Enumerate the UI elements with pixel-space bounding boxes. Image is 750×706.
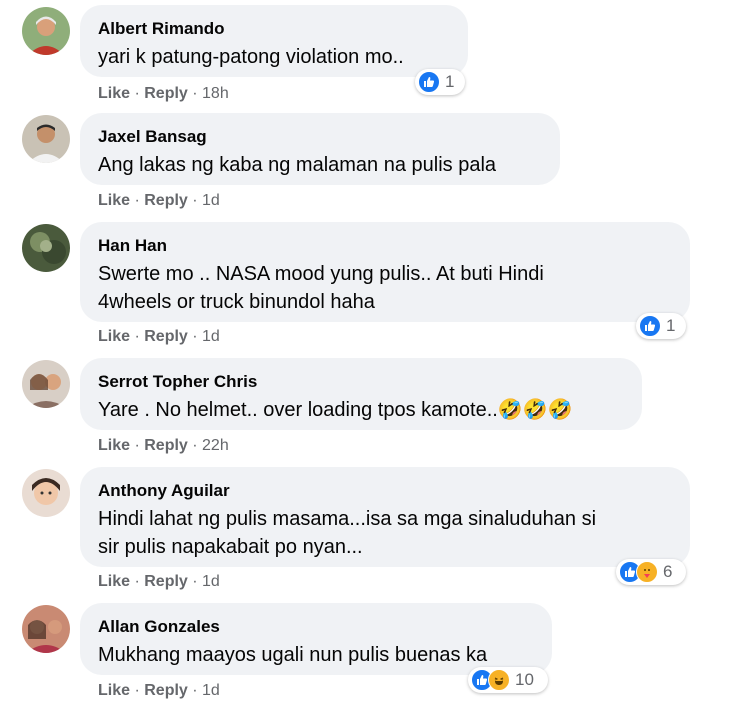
reaction-summary[interactable]: 1 bbox=[636, 313, 686, 339]
reply-link[interactable]: Reply bbox=[144, 573, 188, 590]
like-link[interactable]: Like bbox=[98, 85, 130, 102]
reply-link[interactable]: Reply bbox=[144, 328, 188, 345]
avatar[interactable] bbox=[22, 360, 70, 408]
reaction-count: 1 bbox=[445, 72, 455, 91]
comment-actions: Like · Reply · 18h bbox=[98, 85, 229, 103]
separator: · bbox=[187, 192, 203, 209]
reaction-summary[interactable]: 10 bbox=[468, 667, 548, 693]
avatar[interactable] bbox=[22, 605, 70, 653]
avatar[interactable] bbox=[22, 115, 70, 163]
commenter-name[interactable]: Jaxel Bansag bbox=[98, 126, 542, 148]
comment-text: Hindi lahat ng pulis masama...isa sa mga… bbox=[98, 505, 672, 561]
comment-text: Swerte mo .. NASA mood yung pulis.. At b… bbox=[98, 260, 672, 316]
reply-link[interactable]: Reply bbox=[144, 192, 188, 209]
like-link[interactable]: Like bbox=[98, 192, 130, 209]
comment-actions: Like · Reply · 1d bbox=[98, 682, 220, 700]
comment-text: Yare . No helmet.. over loading tpos kam… bbox=[98, 399, 573, 421]
comment-actions: Like · Reply · 1d bbox=[98, 573, 220, 591]
comment-timestamp[interactable]: 18h bbox=[202, 85, 229, 102]
reply-link[interactable]: Reply bbox=[144, 85, 188, 102]
comment-actions: Like · Reply · 1d bbox=[98, 328, 220, 346]
reaction-summary[interactable]: 1 bbox=[415, 69, 465, 95]
comment-bubble: Allan Gonzales Mukhang maayos ugali nun … bbox=[80, 603, 552, 675]
commenter-name[interactable]: Anthony Aguilar bbox=[98, 480, 672, 502]
comment-bubble: Anthony Aguilar Hindi lahat ng pulis mas… bbox=[80, 467, 690, 567]
comment-text-line: 4wheels or truck binundol haha bbox=[98, 291, 375, 313]
separator: · bbox=[187, 437, 203, 454]
like-icon bbox=[418, 71, 440, 93]
comment-timestamp[interactable]: 1d bbox=[202, 328, 220, 345]
like-icon bbox=[639, 315, 661, 337]
reaction-count: 1 bbox=[666, 316, 676, 335]
haha-icon bbox=[488, 669, 510, 691]
reaction-summary[interactable]: 6 bbox=[616, 559, 686, 585]
commenter-name[interactable]: Serrot Topher Chris bbox=[98, 371, 624, 393]
separator: · bbox=[130, 682, 145, 699]
separator: · bbox=[187, 573, 203, 590]
reaction-count: 6 bbox=[663, 562, 673, 581]
separator: · bbox=[130, 573, 145, 590]
commenter-name[interactable]: Albert Rimando bbox=[98, 18, 450, 40]
like-link[interactable]: Like bbox=[98, 437, 130, 454]
comment-timestamp[interactable]: 22h bbox=[202, 437, 229, 454]
comment-text-line: Swerte mo .. NASA mood yung pulis.. At b… bbox=[98, 263, 544, 285]
separator: · bbox=[187, 85, 203, 102]
avatar[interactable] bbox=[22, 469, 70, 517]
reaction-count: 10 bbox=[515, 670, 534, 689]
reply-link[interactable]: Reply bbox=[144, 682, 188, 699]
comment-bubble: Albert Rimando yari k patung-patong viol… bbox=[80, 5, 468, 77]
comment-actions: Like · Reply · 1d bbox=[98, 192, 220, 210]
separator: · bbox=[130, 192, 145, 209]
reply-link[interactable]: Reply bbox=[144, 437, 188, 454]
comment-bubble: Han Han Swerte mo .. NASA mood yung puli… bbox=[80, 222, 690, 322]
comment-timestamp[interactable]: 1d bbox=[202, 682, 220, 699]
commenter-name[interactable]: Allan Gonzales bbox=[98, 616, 534, 638]
comment-timestamp[interactable]: 1d bbox=[202, 192, 220, 209]
like-link[interactable]: Like bbox=[98, 328, 130, 345]
comment-actions: Like · Reply · 22h bbox=[98, 437, 229, 455]
comment-text: yari k patung-patong violation mo.. bbox=[98, 46, 404, 68]
separator: · bbox=[130, 85, 145, 102]
comment-text: Mukhang maayos ugali nun pulis buenas ka bbox=[98, 644, 488, 666]
comment-bubble: Serrot Topher Chris Yare . No helmet.. o… bbox=[80, 358, 642, 430]
comment-text-line: sir pulis napakabait po nyan... bbox=[98, 536, 363, 558]
like-link[interactable]: Like bbox=[98, 573, 130, 590]
separator: · bbox=[187, 682, 203, 699]
comment-text: Ang lakas ng kaba ng malaman na pulis pa… bbox=[98, 154, 497, 176]
avatar[interactable] bbox=[22, 224, 70, 272]
separator: · bbox=[130, 328, 145, 345]
separator: · bbox=[187, 328, 203, 345]
commenter-name[interactable]: Han Han bbox=[98, 235, 672, 257]
comment-bubble: Jaxel Bansag Ang lakas ng kaba ng malama… bbox=[80, 113, 560, 185]
like-link[interactable]: Like bbox=[98, 682, 130, 699]
comment-timestamp[interactable]: 1d bbox=[202, 573, 220, 590]
care-icon bbox=[636, 561, 658, 583]
comment-text-line: Hindi lahat ng pulis masama...isa sa mga… bbox=[98, 508, 597, 530]
separator: · bbox=[130, 437, 145, 454]
avatar[interactable] bbox=[22, 7, 70, 55]
